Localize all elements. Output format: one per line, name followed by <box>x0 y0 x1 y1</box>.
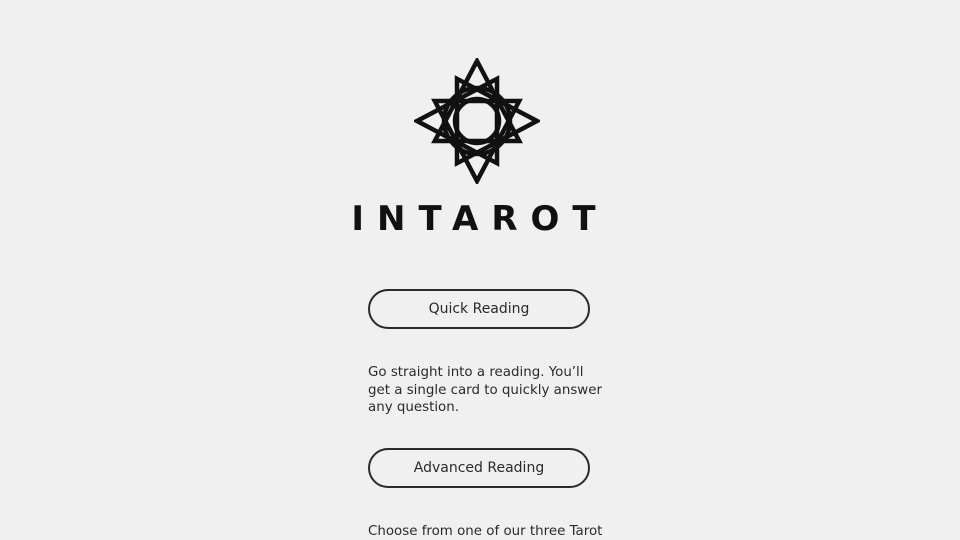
quick-reading-button[interactable]: Quick Reading <box>368 289 590 329</box>
advanced-reading-description: Choose from one of our three Tarot <box>368 524 603 539</box>
eight-point-star-circle-icon <box>414 58 540 184</box>
quick-reading-description: Go straight into a reading. You’ll get a… <box>368 365 602 415</box>
quick-reading-label: Quick Reading <box>428 301 530 317</box>
brand-wordmark: INTAROT <box>351 199 609 239</box>
advanced-reading-label: Advanced Reading <box>413 460 545 476</box>
intarot-home-page: INTAROT Quick Reading Go straight into a… <box>0 0 960 540</box>
advanced-reading-button[interactable]: Advanced Reading <box>368 448 590 488</box>
